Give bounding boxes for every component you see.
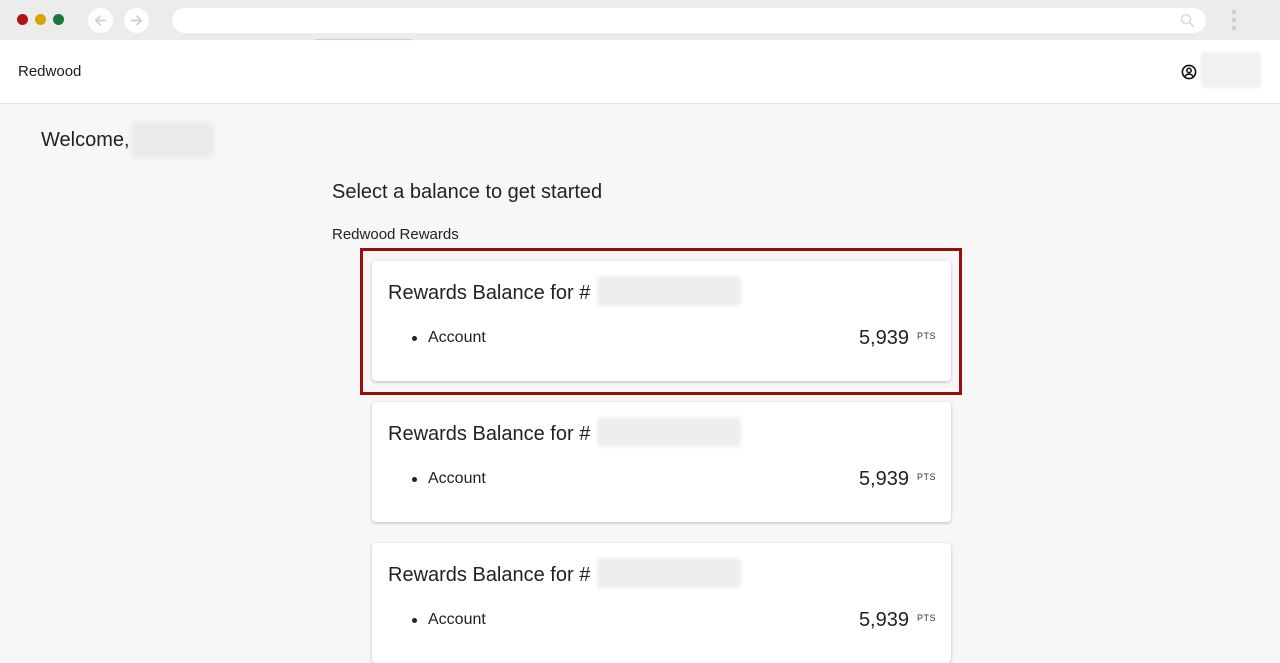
username-redacted[interactable] (1201, 52, 1261, 88)
arrow-left-icon (94, 15, 107, 26)
account-number-redacted (597, 558, 741, 588)
rewards-balance-card[interactable]: Rewards Balance for # Account 5,939 PTS (372, 261, 951, 381)
points-unit: PTS (916, 613, 936, 623)
arrow-right-icon (130, 15, 143, 26)
rewards-balance-card[interactable]: Rewards Balance for # Account 5,939 PTS (372, 402, 951, 522)
card-title: Rewards Balance for # (388, 564, 591, 586)
account-number-redacted (597, 276, 741, 306)
page-title: Select a balance to get started (332, 181, 603, 203)
points-unit: PTS (916, 472, 936, 482)
browser-toolbar (0, 0, 1280, 40)
minimize-window-dot[interactable] (35, 14, 46, 25)
account-label: Account (428, 470, 486, 487)
welcome-name-redacted (130, 122, 215, 158)
brand-name[interactable]: Redwood (18, 63, 81, 80)
points-value: 5,939 (858, 327, 909, 349)
search-icon[interactable] (1180, 13, 1195, 28)
rewards-group-label: Redwood Rewards (332, 226, 459, 243)
kebab-menu-icon[interactable] (1230, 8, 1238, 33)
back-button[interactable] (88, 8, 113, 33)
welcome-heading: Welcome, (41, 129, 130, 151)
maximize-window-dot[interactable] (53, 14, 64, 25)
points-value: 5,939 (858, 468, 909, 490)
card-title: Rewards Balance for # (388, 423, 591, 445)
app-header: Redwood (0, 40, 1280, 104)
account-label: Account (428, 611, 486, 628)
points-unit: PTS (916, 331, 936, 341)
address-bar[interactable] (172, 8, 1206, 33)
close-window-dot[interactable] (17, 14, 28, 25)
points-value: 5,939 (858, 609, 909, 631)
account-label: Account (428, 329, 486, 346)
account-number-redacted (597, 417, 741, 447)
user-circle-icon[interactable] (1181, 64, 1197, 80)
forward-button[interactable] (124, 8, 149, 33)
rewards-balance-card[interactable]: Rewards Balance for # Account 5,939 PTS (372, 543, 951, 663)
card-title: Rewards Balance for # (388, 282, 591, 304)
